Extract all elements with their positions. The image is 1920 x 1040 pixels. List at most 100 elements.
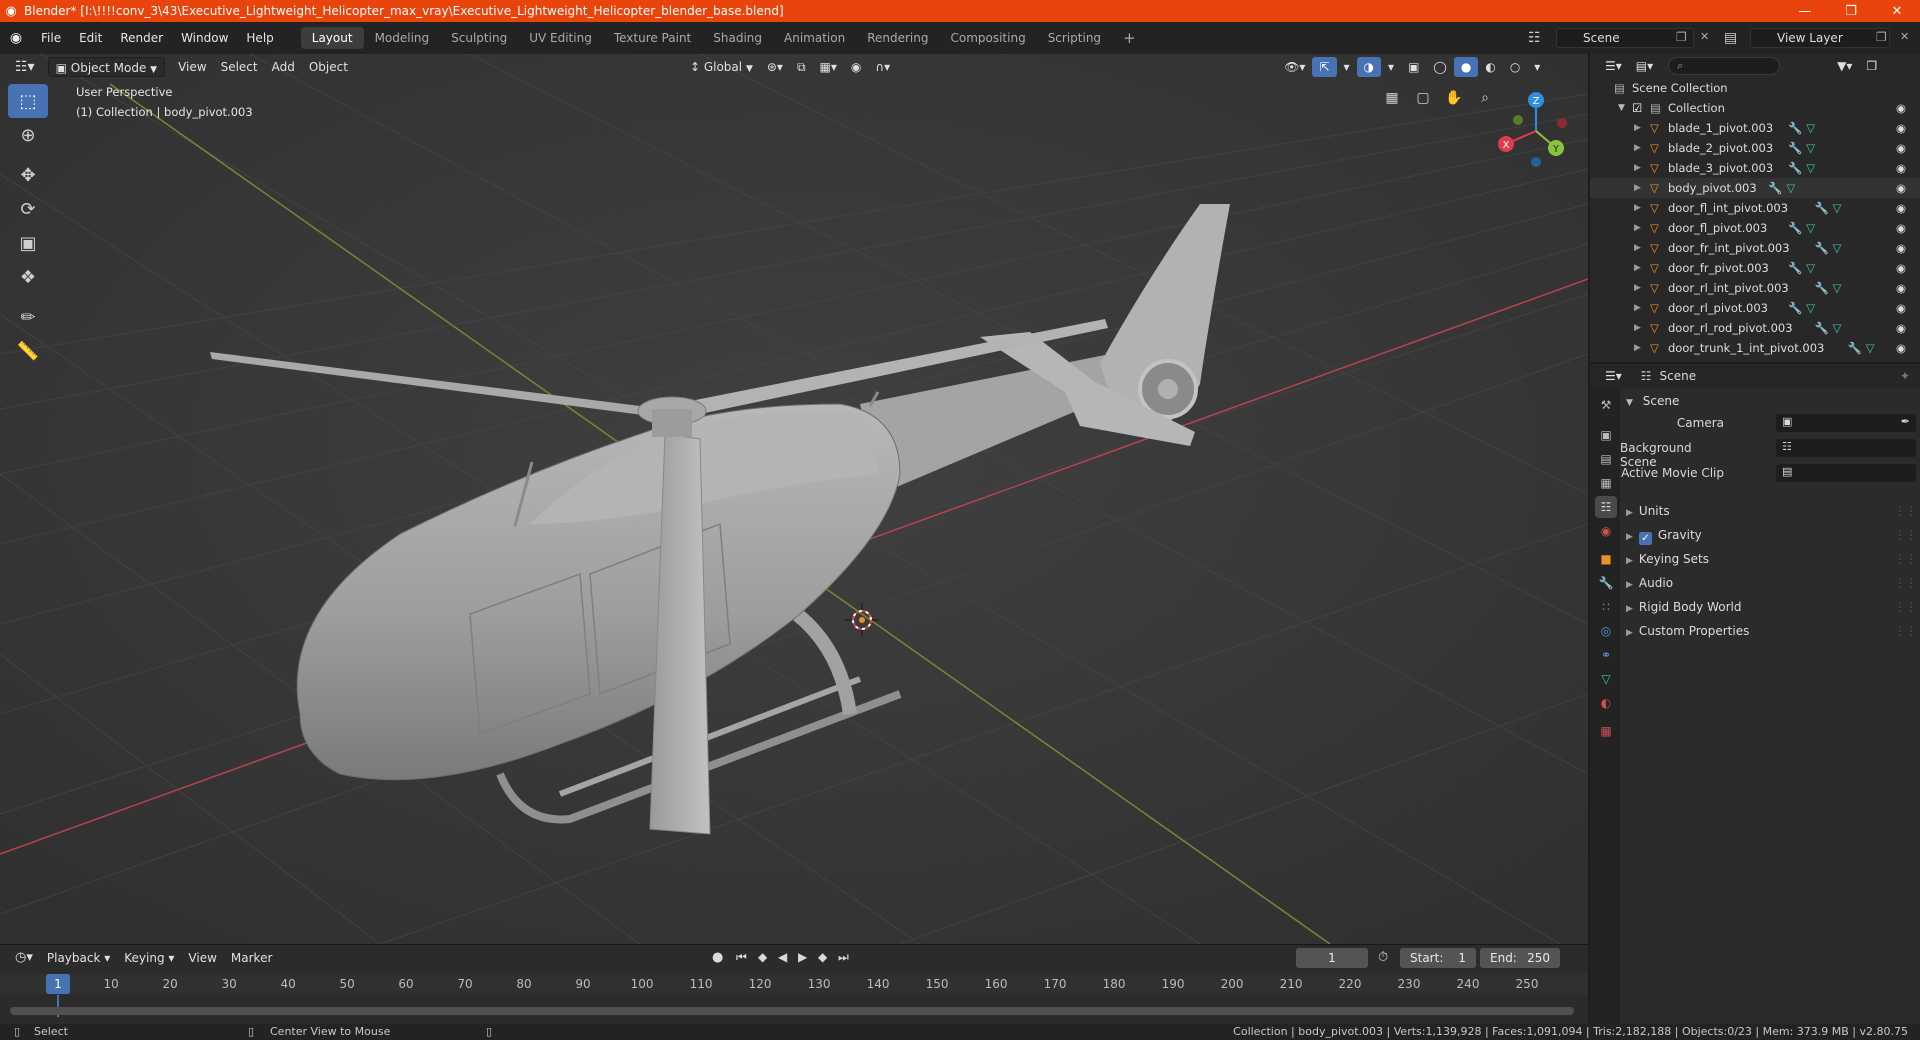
panel-units[interactable]: ▶ Units ⋮⋮ <box>1626 504 1917 518</box>
eye-icon[interactable]: ◉ <box>1896 218 1906 238</box>
eyedropper-icon[interactable]: ✒ <box>1901 415 1910 428</box>
play-icon[interactable]: ▶ <box>798 950 807 964</box>
mesh-data-icon[interactable]: ▽ <box>1786 178 1795 198</box>
outliner-item[interactable]: ▶ ▽ blade_2_pivot.003 🔧 ▽ ◉ <box>1590 138 1920 158</box>
rotate-tool-icon[interactable]: ⟳ <box>8 192 48 226</box>
transform-orientation[interactable]: ↕ Global ▼ <box>683 57 760 77</box>
modifier-icon[interactable]: 🔧 <box>1815 198 1829 218</box>
new-scene-icon[interactable]: ❐ <box>1676 30 1687 44</box>
tab-animation[interactable]: Animation <box>773 27 856 49</box>
eye-icon[interactable]: ◉ <box>1896 138 1906 158</box>
measure-tool-icon[interactable]: 📏 <box>8 334 48 368</box>
cursor-tool-icon[interactable]: ⊕ <box>8 118 48 152</box>
expand-arrow-icon[interactable]: ▶ <box>1634 238 1641 258</box>
annotate-tool-icon[interactable]: ✏ <box>8 300 48 334</box>
current-frame-field[interactable]: 1 <box>1296 948 1368 968</box>
menu-add[interactable]: Add <box>265 57 302 77</box>
panel-gravity[interactable]: ▶ ✓ Gravity ⋮⋮ <box>1626 528 1917 545</box>
view-layer-tab-icon[interactable]: ▦ <box>1595 472 1617 494</box>
snap-icon[interactable]: ⧉ <box>790 57 813 77</box>
mesh-data-icon[interactable]: ▽ <box>1833 318 1842 338</box>
menu-timeline-view[interactable]: View <box>181 948 223 968</box>
proportional-edit-icon[interactable]: ◉ <box>844 57 868 77</box>
timeline-editor-type-icon[interactable]: ◷▾ <box>8 948 40 968</box>
outliner-editor-type-icon[interactable]: ☰▾ <box>1598 56 1629 76</box>
gravity-checkbox[interactable]: ✓ <box>1638 532 1652 545</box>
transform-tool-icon[interactable]: ❖ <box>8 260 48 294</box>
eye-icon[interactable]: ◉ <box>1896 158 1906 178</box>
tab-sculpting[interactable]: Sculpting <box>440 27 518 49</box>
render-tab-icon[interactable]: ▣ <box>1595 424 1617 446</box>
constraints-tab-icon[interactable]: ⚭ <box>1595 644 1617 666</box>
menu-object[interactable]: Object <box>302 57 355 77</box>
tab-layout[interactable]: Layout <box>300 27 364 49</box>
outliner-item[interactable]: ▶ ▽ door_rl_rod_pivot.003 🔧 ▽ ◉ <box>1590 318 1920 338</box>
expand-arrow-icon[interactable]: ▶ <box>1634 118 1641 138</box>
select-box-tool-icon[interactable]: ⬚ <box>8 84 48 118</box>
next-keyframe-icon[interactable]: ◆ <box>818 950 827 964</box>
maximize-button[interactable]: ❐ <box>1828 4 1874 19</box>
mesh-data-icon[interactable]: ▽ <box>1806 298 1815 318</box>
tab-uv-editing[interactable]: UV Editing <box>518 27 603 49</box>
expand-arrow-icon[interactable]: ▶ <box>1634 158 1641 178</box>
modifier-tab-icon[interactable]: 🔧 <box>1595 572 1617 594</box>
mesh-data-icon[interactable]: ▽ <box>1806 218 1815 238</box>
checkbox-icon[interactable]: ☑ <box>1632 98 1642 118</box>
tab-compositing[interactable]: Compositing <box>939 27 1036 49</box>
scene-selector[interactable]: Scene <box>1556 28 1694 48</box>
scene-type-icon[interactable]: ☷ <box>1528 30 1541 46</box>
frame-ruler[interactable]: 1 10 20 30 40 50 60 70 80 90 100 110 120 130 140 150 160… <box>0 973 1588 995</box>
menu-select[interactable]: Select <box>214 57 265 77</box>
panel-custom-properties[interactable]: ▶ Custom Properties ⋮⋮ <box>1626 624 1917 638</box>
expand-arrow-icon[interactable]: ▶ <box>1634 218 1641 238</box>
outliner-search-input[interactable]: ⌕ <box>1668 57 1781 75</box>
eye-icon[interactable]: ◉ <box>1896 178 1906 198</box>
active-movie-clip-field[interactable]: ▤ <box>1776 464 1916 482</box>
panel-rigid-body-world[interactable]: ▶ Rigid Body World ⋮⋮ <box>1626 600 1917 614</box>
outliner-item[interactable]: ▶ ▽ door_fl_pivot.003 🔧 ▽ ◉ <box>1590 218 1920 238</box>
pivot-point-icon[interactable]: ⊛▾ <box>760 57 790 77</box>
data-tab-icon[interactable]: ▽ <box>1595 668 1617 690</box>
menu-playback[interactable]: Playback ▾ <box>40 948 117 968</box>
mode-selector[interactable]: ▣ Object Mode ▼ <box>47 57 166 77</box>
modifier-icon[interactable]: 🔧 <box>1788 298 1802 318</box>
outliner-collection[interactable]: ▼ ☑ ▤ Collection ◉ <box>1590 98 1920 118</box>
modifier-icon[interactable]: 🔧 <box>1788 118 1802 138</box>
filter-icon[interactable]: ▼▾ <box>1830 56 1859 76</box>
axis-orientation-gizmo[interactable]: Z X Y <box>1494 86 1574 176</box>
camera-view-icon[interactable]: ▢ <box>1409 84 1437 112</box>
mesh-data-icon[interactable]: ▽ <box>1833 238 1842 258</box>
view-layer-selector[interactable]: View Layer <box>1750 28 1890 48</box>
particles-tab-icon[interactable]: ∷ <box>1595 596 1617 618</box>
mesh-data-icon[interactable]: ▽ <box>1806 158 1815 178</box>
xray-icon[interactable]: ▣ <box>1401 57 1426 77</box>
display-mode-icon[interactable]: ▤▾ <box>1629 56 1660 76</box>
solid-shading-icon[interactable]: ● <box>1453 57 1479 77</box>
drag-handle-icon[interactable]: ⋮⋮ <box>1894 624 1917 638</box>
menu-view[interactable]: View <box>171 57 213 77</box>
pan-hand-icon[interactable]: ✋ <box>1440 84 1468 112</box>
jump-start-icon[interactable]: ⏮ <box>736 950 747 965</box>
scale-tool-icon[interactable]: ▣ <box>8 226 48 260</box>
object-tab-icon[interactable]: ■ <box>1595 548 1617 570</box>
gizmo-options-icon[interactable]: ▾ <box>1337 57 1357 77</box>
modifier-icon[interactable]: 🔧 <box>1815 238 1829 258</box>
snap-target-icon[interactable]: ▦▾ <box>813 57 844 77</box>
outliner-item[interactable]: ▶ ▽ door_rl_int_pivot.003 🔧 ▽ ◉ <box>1590 278 1920 298</box>
eye-icon[interactable]: ◉ <box>1896 238 1906 258</box>
expand-arrow-icon[interactable]: ▶ <box>1634 138 1641 158</box>
menu-render[interactable]: Render <box>111 27 172 49</box>
play-reverse-icon[interactable]: ◀ <box>778 950 787 964</box>
menu-keying[interactable]: Keying ▾ <box>117 948 181 968</box>
overlay-toggle-icon[interactable]: ◑ <box>1356 57 1382 77</box>
background-scene-field[interactable]: ☷ <box>1776 439 1916 457</box>
tab-modeling[interactable]: Modeling <box>364 27 441 49</box>
mesh-data-icon[interactable]: ▽ <box>1833 198 1842 218</box>
outliner-item[interactable]: ▶ ▽ door_fr_pivot.003 🔧 ▽ ◉ <box>1590 258 1920 278</box>
drag-handle-icon[interactable]: ⋮⋮ <box>1894 504 1917 518</box>
modifier-icon[interactable]: 🔧 <box>1788 258 1802 278</box>
outliner-item[interactable]: ▶ ▽ door_fr_int_pivot.003 🔧 ▽ ◉ <box>1590 238 1920 258</box>
menu-window[interactable]: Window <box>172 27 237 49</box>
expand-arrow-icon[interactable]: ▶ <box>1634 298 1641 318</box>
eye-icon[interactable]: ◉ <box>1896 258 1906 278</box>
